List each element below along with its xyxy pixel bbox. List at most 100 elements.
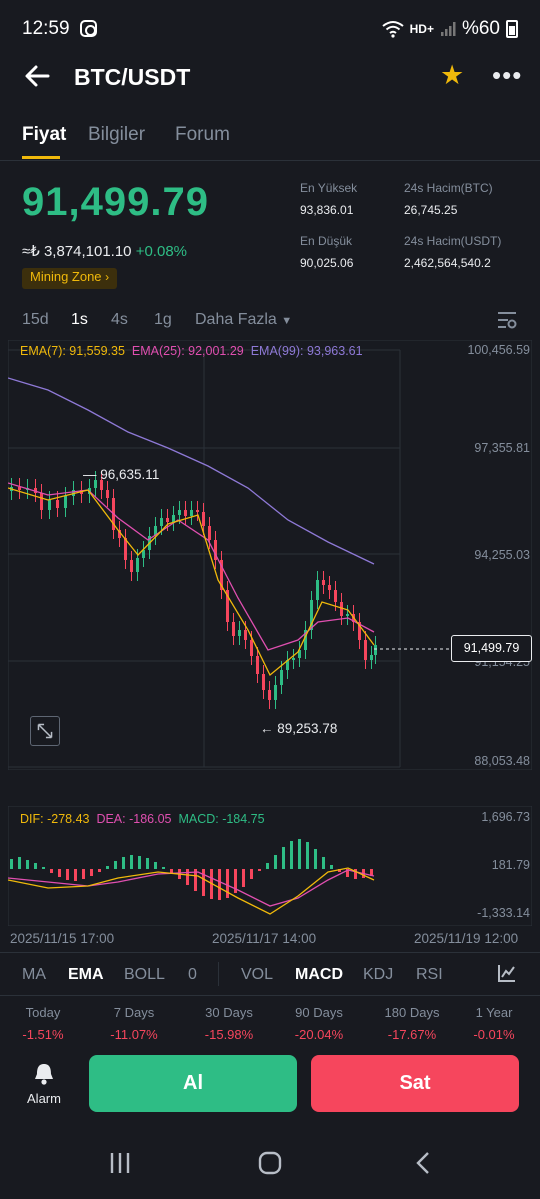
instagram-icon	[80, 20, 97, 37]
sell-button[interactable]: Sat	[311, 1055, 519, 1112]
candle-body	[202, 512, 205, 526]
macd-legend: DIF: -278.43 DEA: -186.05 MACD: -184.75	[20, 812, 265, 826]
chart-settings-icon[interactable]	[496, 310, 518, 330]
buy-button[interactable]: Al	[89, 1055, 297, 1112]
candle-body	[18, 487, 21, 490]
indicator-vol[interactable]: VOL	[241, 966, 273, 984]
indicator-ema[interactable]: EMA	[68, 966, 104, 984]
tab-forum[interactable]: Forum	[175, 124, 230, 146]
candle-body	[256, 656, 259, 674]
macd-histogram-bar	[42, 867, 45, 869]
mining-zone-badge[interactable]: Mining Zone ›	[22, 268, 118, 289]
macd-histogram-bar	[322, 857, 325, 869]
macd-histogram-bar	[98, 869, 101, 872]
alarm-bell-icon[interactable]	[33, 1062, 55, 1086]
interval-1s[interactable]: 1s	[71, 311, 88, 329]
candle-body	[184, 510, 187, 516]
recent-apps-icon[interactable]	[107, 1150, 133, 1176]
current-price-tag: 91,499.79	[451, 635, 532, 662]
macd-histogram-bar	[202, 869, 205, 896]
perf-90d-value: -20.04%	[294, 1027, 344, 1042]
perf-1y-label: 1 Year	[475, 1005, 513, 1020]
high-marker: — 96,635.11	[83, 467, 160, 482]
vol-btc-value: 26,745.25	[404, 203, 458, 217]
candle-body	[274, 685, 277, 700]
macd-label: MACD: -184.75	[178, 812, 265, 826]
macd-axis-label: -1,333.14	[477, 906, 530, 920]
macd-histogram-bar	[114, 861, 117, 869]
candle-body	[268, 690, 271, 700]
candle-body	[316, 580, 319, 600]
low-marker-value: 89,253.78	[277, 721, 338, 736]
interval-4s[interactable]: 4s	[111, 311, 128, 329]
perf-today-label: Today	[25, 1005, 61, 1020]
low-label: En Düşük	[300, 234, 353, 248]
ema7-label: EMA(7): 91,559.35	[20, 344, 125, 358]
tab-price[interactable]: Fiyat	[22, 124, 66, 146]
price-axis-label: 94,255.03	[474, 548, 530, 562]
interval-1g[interactable]: 1g	[154, 311, 172, 329]
wifi-icon	[382, 21, 404, 38]
back-arrow-icon[interactable]	[22, 60, 54, 92]
status-bar: 12:59 HD+ %60	[0, 0, 540, 60]
home-icon[interactable]	[257, 1150, 283, 1176]
volte-icon: HD+	[409, 22, 434, 36]
tab-info[interactable]: Bilgiler	[88, 124, 145, 146]
perf-7d-value: -11.07%	[110, 1027, 158, 1042]
macd-histogram-bar	[138, 856, 141, 869]
candle-body	[364, 640, 367, 660]
candle-body	[244, 630, 247, 640]
indicator-ma[interactable]: MA	[22, 966, 46, 984]
price-chart[interactable]	[8, 340, 532, 770]
fiat-value-row: ≈₺ 3,874,101.10 +0.08%	[22, 242, 187, 260]
candle-body	[106, 490, 109, 498]
macd-histogram-bar	[258, 869, 261, 871]
candle-body	[160, 518, 163, 526]
macd-histogram-bar	[50, 869, 53, 873]
indicator-zero[interactable]: 0	[188, 966, 197, 984]
candle-body	[280, 670, 283, 685]
indicator-rsi[interactable]: RSI	[416, 966, 443, 984]
active-tab-indicator	[22, 156, 60, 159]
date-label: 2025/11/17 14:00	[212, 931, 317, 946]
vol-usdt-label: 24s Hacim(USDT)	[404, 234, 502, 248]
battery-percent: %60	[461, 18, 500, 39]
high-marker-value: 96,635.11	[100, 467, 160, 482]
interval-more[interactable]: Daha Fazla ▼	[195, 311, 292, 329]
macd-histogram-bar	[82, 869, 85, 879]
more-options-icon[interactable]: •••	[492, 60, 522, 91]
candle-body	[374, 645, 377, 655]
indicator-macd[interactable]: MACD	[295, 966, 343, 984]
candle-body	[262, 674, 265, 690]
macd-histogram-bar	[34, 863, 37, 869]
perf-today-value: -1.51%	[22, 1027, 64, 1042]
dif-line	[8, 867, 375, 915]
fullscreen-icon[interactable]	[30, 716, 60, 746]
macd-histogram-bar	[26, 860, 29, 869]
candle-body	[346, 614, 349, 616]
macd-histogram-bar	[170, 869, 173, 873]
ema-legend: EMA(7): 91,559.35 EMA(25): 92,001.29 EMA…	[20, 344, 363, 358]
indicator-settings-icon[interactable]	[497, 963, 517, 983]
macd-histogram-bar	[154, 862, 157, 869]
indicator-boll[interactable]: BOLL	[124, 966, 165, 984]
indicator-kdj[interactable]: KDJ	[363, 966, 393, 984]
candle-body	[208, 526, 211, 540]
ema99-label: EMA(99): 93,963.61	[250, 344, 363, 358]
low-marker: ← 89,253.78	[260, 721, 338, 736]
vol-usdt-value: 2,462,564,540.2	[404, 256, 491, 270]
alarm-label[interactable]: Alarm	[18, 1091, 70, 1106]
macd-histogram-bar	[226, 869, 229, 898]
macd-histogram-bar	[306, 842, 309, 869]
ema25-label: EMA(25): 92,001.29	[131, 344, 244, 358]
signal-icon	[440, 22, 456, 36]
favorite-star-icon[interactable]: ★	[440, 60, 464, 91]
interval-15d[interactable]: 15d	[22, 311, 49, 329]
candle-body	[196, 510, 199, 512]
back-nav-icon[interactable]	[410, 1150, 436, 1176]
candle-body	[48, 500, 51, 510]
macd-histogram-bar	[146, 858, 149, 869]
last-price: 91,499.79	[22, 180, 209, 224]
macd-histogram-bar	[58, 869, 61, 877]
candle-body	[56, 500, 59, 508]
